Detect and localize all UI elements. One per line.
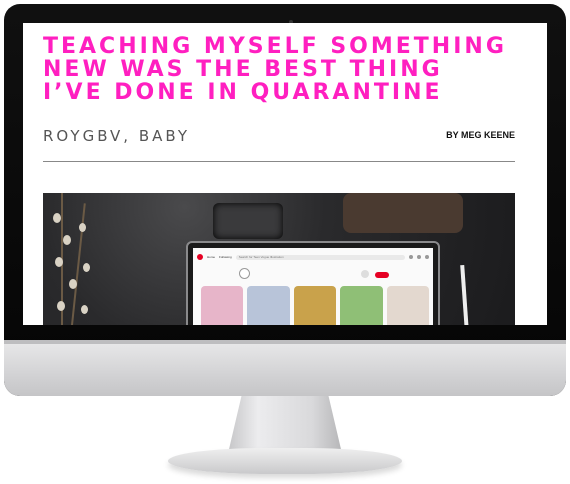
divider: [43, 161, 515, 162]
monitor-stand: [227, 396, 343, 454]
message-icon: [417, 255, 421, 259]
hero-image: Home Following Search for Teen Vogue Ill…: [43, 193, 515, 325]
monitor-stand-base: [168, 448, 402, 474]
headline-line-1: Teaching myself something: [43, 34, 507, 59]
pin-image: [247, 286, 290, 325]
willow-bud: [83, 263, 90, 272]
willow-bud: [57, 301, 65, 311]
pin-image: [340, 286, 383, 325]
willow-bud: [69, 279, 77, 289]
headline-line-2: new was the best thing: [43, 57, 443, 82]
willow-bud: [53, 213, 61, 223]
pinterest-header: Home Following Search for Teen Vogue Ill…: [197, 253, 429, 261]
laptop: Home Following Search for Teen Vogue Ill…: [186, 241, 440, 325]
pin-image: [386, 286, 430, 325]
profile-avatar: [239, 268, 250, 279]
nav-home: Home: [207, 255, 216, 259]
pin-grid: [201, 286, 430, 325]
monitor-screen: Teaching myself something new was the be…: [23, 23, 547, 325]
chin-divider: [4, 340, 566, 344]
stylus-pencil: [460, 264, 470, 325]
pinterest-logo-icon: [197, 254, 203, 260]
follower-avatar: [361, 270, 369, 278]
willow-bud: [79, 223, 86, 232]
willow-bud: [81, 305, 88, 314]
article-headline: Teaching myself something new was the be…: [43, 35, 543, 104]
willow-bud: [55, 257, 63, 267]
pinterest-search: Search for Teen Vogue Illustration: [235, 254, 405, 260]
camera-prop: [213, 203, 283, 239]
laptop-screen: Home Following Search for Teen Vogue Ill…: [193, 248, 433, 325]
headline-line-3: I’ve done in quarantine: [43, 80, 443, 105]
monitor-chin: [4, 340, 566, 396]
category-label[interactable]: ROYGBV, BABY: [43, 127, 190, 145]
notification-icon: [409, 255, 413, 259]
nav-following: Following: [219, 255, 232, 259]
author-byline[interactable]: BY MEG KEENE: [446, 130, 515, 140]
pin-image: [293, 286, 337, 325]
profile-icon: [425, 255, 429, 259]
willow-bud: [63, 235, 71, 245]
follow-button: [375, 272, 389, 278]
leather-case: [343, 193, 463, 233]
pin-image: [201, 286, 244, 325]
